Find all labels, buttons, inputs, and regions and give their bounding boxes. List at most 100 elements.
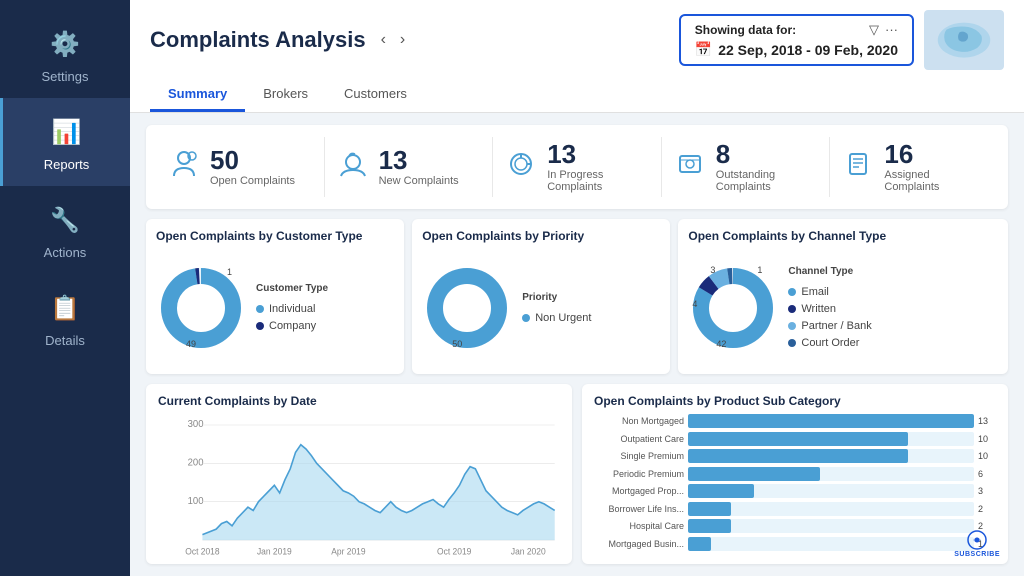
kpi-inprogress-complaints: 13 In Progress Complaints — [493, 137, 662, 197]
calendar-icon: 📅 — [695, 41, 712, 58]
kpi-inprogress-number: 13 — [547, 141, 649, 167]
date-filter-icons: ▽ ··· — [869, 22, 898, 38]
main-content: Complaints Analysis ‹ › Showing data for… — [130, 0, 1024, 576]
filter-icon[interactable]: ▽ — [869, 22, 879, 38]
sidebar-item-reports[interactable]: 📊 Reports — [0, 98, 130, 186]
kpi-outstanding-label: Outstanding Complaints — [716, 169, 818, 193]
svg-text:Oct 2018: Oct 2018 — [185, 546, 220, 556]
date-filter-header: Showing data for: ▽ ··· — [695, 22, 898, 38]
sidebar: ⚙️ Settings 📊 Reports 🔧 Actions 📋 Detail… — [0, 0, 130, 576]
bar-value-0: 13 — [978, 416, 996, 426]
bar-fill-2 — [688, 449, 908, 463]
bar-value-3: 6 — [978, 469, 996, 479]
date-filter-box[interactable]: Showing data for: ▽ ··· 📅 22 Sep, 2018 -… — [679, 14, 914, 66]
kpi-assigned-info: 16 Assigned Complaints — [884, 141, 986, 193]
donut3-val-1: 1 — [757, 265, 762, 275]
tab-customers[interactable]: Customers — [326, 78, 425, 112]
legend-label-company: Company — [269, 320, 316, 332]
outstanding-complaints-icon — [674, 148, 708, 187]
bar-row-6: Hospital Care 2 — [594, 519, 996, 533]
donut3-title: Open Complaints by Channel Type — [688, 229, 998, 243]
bar-chart-card: Open Complaints by Product Sub Category … — [582, 384, 1008, 564]
date-filter-value: 📅 22 Sep, 2018 - 09 Feb, 2020 — [695, 41, 898, 58]
donut2-legend-title: Priority — [522, 292, 591, 303]
map-svg — [929, 13, 999, 68]
actions-icon: 🔧 — [45, 200, 85, 240]
sidebar-item-settings[interactable]: ⚙️ Settings — [0, 10, 130, 98]
kpi-assigned-label: Assigned Complaints — [884, 169, 986, 193]
bar-fill-3 — [688, 467, 820, 481]
donut3-legend: Channel Type Email Written Partner / Ban… — [788, 266, 871, 349]
bar-label-0: Non Mortgaged — [594, 416, 684, 426]
sidebar-item-actions[interactable]: 🔧 Actions — [0, 186, 130, 274]
sidebar-item-details[interactable]: 📋 Details — [0, 274, 130, 362]
svg-text:Jan 2019: Jan 2019 — [257, 546, 292, 556]
svg-text:200: 200 — [188, 457, 204, 468]
donut-priority: Open Complaints by Priority 50 Priority … — [412, 219, 670, 374]
bar-track-5 — [688, 502, 974, 516]
kpi-new-number: 13 — [379, 147, 459, 173]
donut1-legend: Customer Type Individual Company — [256, 283, 328, 332]
svg-text:Apr 2019: Apr 2019 — [331, 546, 366, 556]
more-options-icon[interactable]: ··· — [885, 22, 898, 38]
nav-next-button[interactable]: › — [395, 29, 410, 51]
legend-dot-written — [788, 305, 796, 313]
donut-charts-section: Open Complaints by Customer Type 1 49 Cu… — [146, 219, 1008, 374]
bar-row-3: Periodic Premium 6 — [594, 467, 996, 481]
sidebar-label-details: Details — [45, 333, 85, 348]
legend-label-partner: Partner / Bank — [801, 320, 871, 332]
kpi-outstanding-complaints: 8 Outstanding Complaints — [662, 137, 831, 197]
tabs: Summary Brokers Customers — [150, 78, 1004, 112]
bar-label-3: Periodic Premium — [594, 469, 684, 479]
bar-fill-5 — [688, 502, 731, 516]
donut2-val-bottom: 50 — [452, 339, 462, 349]
kpi-open-label: Open Complaints — [210, 175, 295, 187]
bar-row-1: Outpatient Care 10 — [594, 432, 996, 446]
bar-track-4 — [688, 484, 974, 498]
bottom-charts-section: Current Complaints by Date 300 200 100 — [146, 384, 1008, 564]
bar-fill-7 — [688, 537, 711, 551]
donut3-val-3: 3 — [710, 265, 715, 275]
donut1-val-top: 1 — [227, 267, 232, 277]
bar-label-1: Outpatient Care — [594, 434, 684, 444]
legend-dot-nonurgent — [522, 314, 530, 322]
sidebar-label-reports: Reports — [44, 157, 90, 172]
legend-email: Email — [788, 286, 871, 298]
legend-dot-email — [788, 288, 796, 296]
donut3-svg-wrap: 3 1 4 42 — [688, 263, 778, 353]
bar-row-4: Mortgaged Prop... 3 — [594, 484, 996, 498]
legend-dot-partner — [788, 322, 796, 330]
donut1-val-bottom: 49 — [186, 339, 196, 349]
bar-fill-4 — [688, 484, 754, 498]
donut-customer-type: Open Complaints by Customer Type 1 49 Cu… — [146, 219, 404, 374]
bar-value-4: 3 — [978, 486, 996, 496]
kpi-assigned-complaints: 16 Assigned Complaints — [830, 137, 998, 197]
kpi-row: 50 Open Complaints 13 New Complaints 1 — [146, 125, 1008, 209]
bar-fill-0 — [688, 414, 974, 428]
inprogress-complaints-icon — [505, 148, 539, 187]
bar-chart-body: Non Mortgaged 13 Outpatient Care 10 Sing… — [594, 414, 996, 554]
tab-brokers[interactable]: Brokers — [245, 78, 326, 112]
date-filter-label: Showing data for: — [695, 23, 796, 37]
bar-row-5: Borrower Life Ins... 2 — [594, 502, 996, 516]
new-complaints-icon — [337, 148, 371, 187]
assigned-complaints-icon — [842, 148, 876, 187]
svg-text:Oct 2019: Oct 2019 — [437, 546, 472, 556]
header: Complaints Analysis ‹ › Showing data for… — [130, 0, 1024, 113]
kpi-outstanding-info: 8 Outstanding Complaints — [716, 141, 818, 193]
page-title-row: Complaints Analysis ‹ › — [150, 27, 410, 53]
legend-nonurgent: Non Urgent — [522, 312, 591, 324]
bar-track-3 — [688, 467, 974, 481]
subscribe-badge[interactable]: SUBSCRIBE — [954, 529, 1000, 558]
bar-value-2: 10 — [978, 451, 996, 461]
kpi-new-info: 13 New Complaints — [379, 147, 459, 187]
bar-track-2 — [688, 449, 974, 463]
donut2-svg-wrap: 50 — [422, 263, 512, 353]
tab-summary[interactable]: Summary — [150, 78, 245, 112]
legend-dot-company — [256, 322, 264, 330]
nav-prev-button[interactable]: ‹ — [376, 29, 391, 51]
bar-fill-1 — [688, 432, 908, 446]
donut1-title: Open Complaints by Customer Type — [156, 229, 394, 243]
kpi-inprogress-info: 13 In Progress Complaints — [547, 141, 649, 193]
bar-chart-title: Open Complaints by Product Sub Category — [594, 394, 996, 408]
